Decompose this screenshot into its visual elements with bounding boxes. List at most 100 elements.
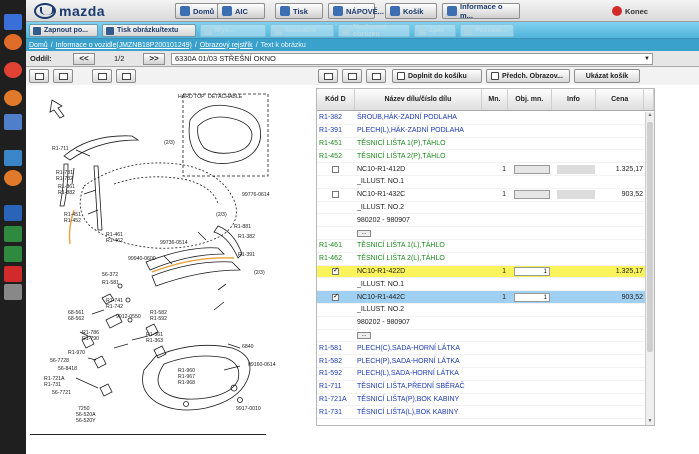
part-group-code[interactable]: R1-581 xyxy=(317,342,355,354)
table-row[interactable]: R1-461 TĚSNICÍ LIŠTA 1(L),TÁHLO xyxy=(317,240,646,253)
parts-diagram[interactable]: HARD TOP DETACHABLE (2/3) R1-711 R1-781 … xyxy=(28,88,290,436)
col-order-qty[interactable]: Obj. mn. xyxy=(508,89,552,110)
table-row[interactable]: R1-452 TĚSNICÍ LIŠTA 2(P),TÁHLO xyxy=(317,150,646,164)
next-page-button[interactable]: >> xyxy=(143,53,165,65)
part-group-code[interactable]: R1-382 xyxy=(317,112,355,124)
part-group-code[interactable]: R1-711 xyxy=(317,381,355,393)
table-row[interactable]: ... xyxy=(317,330,646,343)
table-row[interactable]: R1-721A TĚSNICÍ LIŠTA(P),BOK KABINY xyxy=(317,394,646,407)
outlook-icon[interactable] xyxy=(4,205,22,221)
col-qty[interactable]: Mn. xyxy=(482,89,508,110)
excel-icon[interactable] xyxy=(4,246,22,262)
part-group-name[interactable]: TĚSNICÍ LIŠTA(L),BOK KABINY xyxy=(355,406,483,418)
table-row[interactable]: R1-451 TĚSNICÍ LIŠTA 1(P),TÁHLO xyxy=(317,138,646,151)
fit-button[interactable] xyxy=(92,69,112,83)
part-group-code[interactable]: R1-452 xyxy=(317,150,355,162)
table-row[interactable]: NC10-R1-442C 11 903,52 xyxy=(317,291,646,304)
part-group-name[interactable]: PLECH(C),SADA-HORNÍ LÁTKA xyxy=(355,342,483,354)
part-group-code[interactable]: R1-592 xyxy=(317,368,355,380)
prev-page-button[interactable]: << xyxy=(73,53,95,65)
table-row[interactable]: NC10-R1-412D 1 1.325,17 xyxy=(317,163,646,176)
part-group-name[interactable]: PLECH(L),SADA-HORNÍ LÁTKA xyxy=(355,368,483,380)
table-row[interactable]: _ILLUST. NO.2 xyxy=(317,202,646,215)
col-info[interactable]: Info xyxy=(552,89,597,110)
split-view-button[interactable] xyxy=(318,69,338,83)
notes-button[interactable]: Poznám... xyxy=(460,24,514,37)
help-button[interactable]: NÁPOVĚ... xyxy=(328,3,384,19)
table-row[interactable]: 980202 - 980907 xyxy=(317,317,646,330)
print-button[interactable]: Tisk xyxy=(275,3,323,19)
rotate-button[interactable] xyxy=(342,69,362,83)
exit-button[interactable]: Konec xyxy=(608,3,668,19)
scroll-down-icon[interactable]: ▼ xyxy=(646,418,654,425)
scrollbar-thumb[interactable] xyxy=(647,122,653,352)
part-group-code[interactable]: R1-582 xyxy=(317,355,355,367)
rotate-button[interactable] xyxy=(53,69,73,83)
pdf-icon[interactable] xyxy=(4,266,22,282)
app-icon[interactable] xyxy=(4,114,22,130)
table-row[interactable]: R1-391 PLECH(L),HÁK-ZADNÍ PODLAHA xyxy=(317,125,646,138)
col-price[interactable]: Cena xyxy=(596,89,645,110)
table-row[interactable]: 980202 - 980907 xyxy=(317,214,646,228)
table-row[interactable]: NC10-R1-422D 11 1.325,17 xyxy=(317,265,646,279)
table-row[interactable]: _ILLUST. NO.1 xyxy=(317,176,646,189)
table-scrollbar[interactable]: ▲ ▼ xyxy=(645,112,654,425)
cart-button[interactable]: Košík xyxy=(385,3,437,19)
table-row[interactable]: R1-581 PLECH(C),SADA-HORNÍ LÁTKA xyxy=(317,342,646,356)
part-checkbox[interactable] xyxy=(332,165,339,173)
app-icon[interactable] xyxy=(4,150,22,166)
table-row[interactable]: _ILLUST. NO.1 xyxy=(317,278,646,292)
app-icon[interactable] xyxy=(4,34,22,50)
print-image-text-button[interactable]: Tisk obrázku/textu xyxy=(102,24,196,37)
part-group-name[interactable]: ŠROUB,HÁK-ZADNÍ PODLAHA xyxy=(355,112,483,124)
aic-button[interactable]: AIC xyxy=(217,3,265,19)
table-row[interactable]: NC10-R1-432C 1 903,52 xyxy=(317,189,646,202)
part-group-name[interactable]: TĚSNICÍ LIŠTA 2(P),TÁHLO xyxy=(355,150,483,162)
app-icon[interactable] xyxy=(4,14,22,30)
part-checkbox[interactable] xyxy=(332,191,339,199)
part-group-code[interactable]: R1-391 xyxy=(317,125,355,137)
firefox-icon[interactable] xyxy=(4,170,22,186)
part-group-name[interactable]: TĚSNICÍ LIŠTA 1(L),TÁHLO xyxy=(355,240,483,252)
col-name[interactable]: Název dílu/číslo dílu xyxy=(355,89,483,110)
part-group-code[interactable]: R1-721A xyxy=(317,394,355,406)
part-group-code[interactable]: R1-462 xyxy=(317,253,355,265)
part-checkbox[interactable] xyxy=(332,266,339,275)
chrome-icon[interactable] xyxy=(4,62,22,78)
part-group-name[interactable]: TĚSNICÍ LIŠTA,PŘEDNÍ SBĚRAČ xyxy=(355,381,483,393)
image-settings-button[interactable]: Nastavení obrázku xyxy=(338,24,410,38)
part-group-name[interactable]: TĚSNICÍ LIŠTA 1(P),TÁHLO xyxy=(355,138,483,150)
back-button[interactable]: Zpět xyxy=(414,24,456,37)
print-image-button[interactable] xyxy=(116,69,136,83)
part-group-name[interactable]: PLECH(P),SADA-HORNÍ LÁTKA xyxy=(355,355,483,367)
table-row[interactable]: ... xyxy=(317,227,646,240)
part-group-code[interactable]: R1-731 xyxy=(317,406,355,418)
part-group-name[interactable]: TĚSNICÍ LIŠTA 2(L),TÁHLO xyxy=(355,253,483,265)
order-qty-input[interactable] xyxy=(514,164,550,174)
scroll-up-icon[interactable]: ▲ xyxy=(646,112,654,120)
excel-icon[interactable] xyxy=(4,226,22,242)
order-qty-input[interactable] xyxy=(514,190,550,200)
show-cart-button[interactable]: Ukázat košík xyxy=(574,69,640,83)
image-select[interactable]: 6330A 01/03 STŘEŠNÍ OKNO ▼ xyxy=(171,53,653,65)
part-group-code[interactable]: R1-451 xyxy=(317,138,355,150)
add-to-cart-button[interactable]: Doplnit do košíku xyxy=(392,69,482,83)
print-list-button[interactable] xyxy=(366,69,386,83)
table-row[interactable]: R1-582 PLECH(P),SADA-HORNÍ LÁTKA xyxy=(317,355,646,368)
mouse-button[interactable]: Myš... xyxy=(200,24,266,37)
part-group-name[interactable]: PLECH(L),HÁK-ZADNÍ PODLAHA xyxy=(355,125,483,137)
firefox-icon[interactable] xyxy=(4,90,22,106)
zoom-in-button[interactable] xyxy=(29,69,49,83)
part-group-name[interactable]: TĚSNICÍ LIŠTA(P),BOK KABINY xyxy=(355,394,483,406)
table-row[interactable]: R1-711 TĚSNICÍ LIŠTA,PŘEDNÍ SBĚRAČ xyxy=(317,381,646,394)
table-row[interactable]: R1-462 TĚSNICÍ LIŠTA 2(L),TÁHLO xyxy=(317,253,646,266)
toggle-button[interactable]: Zapnout po... xyxy=(29,24,98,37)
order-qty-input[interactable]: 1 xyxy=(514,266,550,276)
table-row[interactable]: R1-731 TĚSNICÍ LIŠTA(L),BOK KABINY xyxy=(317,406,646,420)
part-group-code[interactable]: R1-461 xyxy=(317,240,355,252)
more-details-button[interactable]: ... xyxy=(357,331,371,339)
drive-icon[interactable] xyxy=(4,284,22,300)
illustration-button[interactable]: Ilustrační xyxy=(270,24,334,37)
part-checkbox[interactable] xyxy=(332,292,339,301)
table-row[interactable]: R1-592 PLECH(L),SADA-HORNÍ LÁTKA xyxy=(317,368,646,381)
